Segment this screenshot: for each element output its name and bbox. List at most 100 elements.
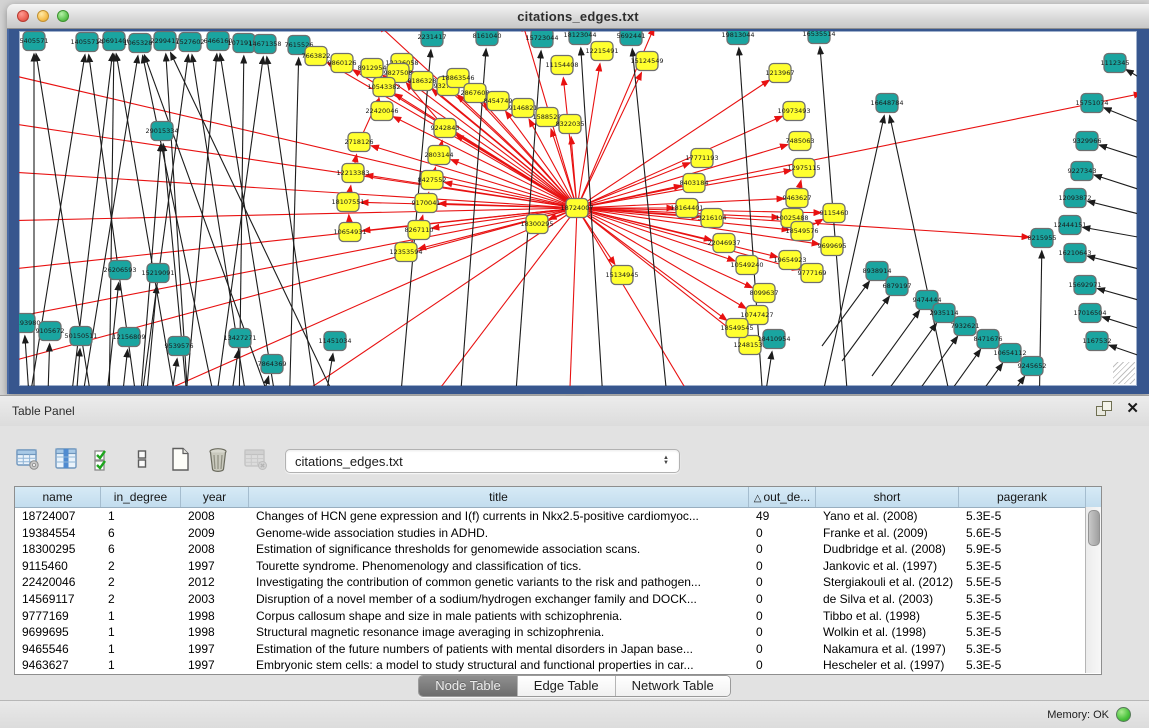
graph-node[interactable]: 9245652 [1018,357,1047,376]
graph-node[interactable]: 10973493 [777,102,810,121]
table-cell[interactable]: 1 [101,608,181,625]
table-cell[interactable]: 9465546 [15,641,101,658]
graph-node[interactable]: 15124549 [630,52,663,71]
graph-node[interactable]: 8471676 [974,330,1003,349]
table-row[interactable]: 969969511998Structural magnetic resonanc… [15,624,1101,641]
column-header-title[interactable]: title [249,487,749,507]
table-cell[interactable]: 2009 [181,525,249,542]
table-cell[interactable]: 18724007 [15,508,101,525]
row-height-icon[interactable] [128,446,155,473]
table-cell[interactable]: 5.3E-5 [959,657,1086,674]
table-cell[interactable]: 5.3E-5 [959,558,1086,575]
table-cell[interactable]: Estimation of the future numbers of pati… [249,641,749,658]
table-cell[interactable]: 0 [749,541,816,558]
table-cell[interactable]: 5.3E-5 [959,608,1086,625]
table-cell[interactable]: 1 [101,657,181,674]
graph-node[interactable]: 15219091 [141,264,174,283]
graph-node[interactable]: 8322035 [556,115,585,134]
graph-node[interactable]: 12156809 [112,328,145,347]
table-cell[interactable]: 14569117 [15,591,101,608]
table-cell[interactable]: 2 [101,558,181,575]
column-header-short[interactable]: short [816,487,959,507]
table-cell[interactable]: Corpus callosum shape and size in male p… [249,608,749,625]
graph-node[interactable]: 50150511 [64,327,97,346]
graph-node[interactable]: 15751074 [1075,94,1108,113]
table-cell[interactable]: 9777169 [15,608,101,625]
table-cell[interactable]: 22420046 [15,574,101,591]
tab-edge-table[interactable]: Edge Table [518,676,616,696]
table-cell[interactable]: 2008 [181,508,249,525]
graph-node[interactable]: 8215955 [1028,229,1057,248]
graph-node[interactable]: 9227343 [1068,162,1097,181]
graph-node[interactable]: 12215491 [585,42,618,61]
table-row[interactable]: 977716911998Corpus callosum shape and si… [15,608,1101,625]
column-header-out-de[interactable]: △out_de... [749,487,816,507]
table-cell[interactable]: 0 [749,525,816,542]
graph-node[interactable]: 9242843 [431,119,460,138]
graph-node[interactable]: 9329966 [1073,132,1102,151]
float-panel-icon[interactable] [1096,401,1112,416]
table-cell[interactable]: Stergiakouli et al. (2012) [816,574,959,591]
table-cell[interactable]: 1 [101,624,181,641]
graph-node[interactable]: 9539576 [165,337,194,356]
table-cell[interactable]: Jankovic et al. (1997) [816,558,959,575]
graph-node[interactable]: 8267110 [405,221,434,240]
graph-node[interactable]: 1527602 [176,33,205,52]
table-row[interactable]: 1830029562008Estimation of significance … [15,541,1101,558]
table-cell[interactable]: 6 [101,525,181,542]
table-cell[interactable]: 18300295 [15,541,101,558]
table-cell[interactable]: 1998 [181,608,249,625]
table-cell[interactable]: Dudbridge et al. (2008) [816,541,959,558]
column-header-in-degree[interactable]: in_degree [101,487,181,507]
table-row[interactable]: 911546021997Tourette syndrome. Phenomeno… [15,558,1101,575]
close-panel-icon[interactable]: ✕ [1126,401,1139,416]
graph-node[interactable]: 9170041 [412,194,441,213]
graph-node[interactable]: 18107551 [331,193,364,212]
table-cell[interactable]: 6 [101,541,181,558]
delete-table-icon[interactable] [242,446,269,473]
table-cell[interactable]: 1997 [181,558,249,575]
graph-node[interactable]: 5692441 [617,31,646,46]
graph-node[interactable]: 8161040 [473,31,502,46]
graph-node[interactable]: 26206593 [103,261,136,280]
table-cell[interactable]: 9115460 [15,558,101,575]
table-cell[interactable]: 5.3E-5 [959,591,1086,608]
vertical-scrollbar[interactable] [1085,507,1101,673]
graph-node[interactable]: 16648784 [870,94,903,113]
graph-node[interactable]: 8099637 [750,284,779,303]
graph-node[interactable]: 2231417 [418,31,447,47]
graph-node[interactable]: 5405571 [20,32,49,51]
batch-select-icon[interactable] [90,446,117,473]
table-cell[interactable]: Hescheler et al. (1997) [816,657,959,674]
column-header-name[interactable]: name [15,487,101,507]
graph-node[interactable]: 12975115 [787,159,820,178]
graph-node[interactable]: 2718126 [345,133,374,152]
graph-node[interactable]: 7485063 [786,132,815,151]
table-cell[interactable]: 1998 [181,624,249,641]
graph-node[interactable]: 29015334 [145,122,178,141]
table-cell[interactable]: 1 [101,641,181,658]
table-cell[interactable]: 2003 [181,591,249,608]
graph-node[interactable]: 7663822 [302,47,331,66]
table-cell[interactable]: 5.6E-5 [959,525,1086,542]
graph-node[interactable]: 11154408 [545,56,578,75]
graph-node[interactable]: 12444151 [1053,216,1086,235]
table-row[interactable]: 2242004622012Investigating the contribut… [15,574,1101,591]
graph-node[interactable]: 16210643 [1058,244,1091,263]
graph-node[interactable]: 15723044 [525,31,558,48]
table-cell[interactable]: Structural magnetic resonance image aver… [249,624,749,641]
table-cell[interactable]: 9699695 [15,624,101,641]
table-cell[interactable]: 1997 [181,641,249,658]
network-canvas[interactable]: 5405571140557142069140610653287229941715… [19,31,1137,386]
graph-node[interactable]: 12093872 [1058,189,1091,208]
table-cell[interactable]: Changes of HCN gene expression and I(f) … [249,508,749,525]
graph-node[interactable]: 9699695 [818,237,847,256]
scrollbar-thumb[interactable] [1088,510,1100,546]
table-row[interactable]: 1872400712008Changes of HCN gene express… [15,508,1101,525]
table-cell[interactable]: 0 [749,641,816,658]
table-cell[interactable]: de Silva et al. (2003) [816,591,959,608]
graph-node[interactable]: 10654931 [333,223,366,242]
graph-node[interactable]: 1112345 [1101,54,1130,73]
graph-node[interactable]: 7932621 [951,317,980,336]
graph-node[interactable]: 8403184 [680,174,709,193]
